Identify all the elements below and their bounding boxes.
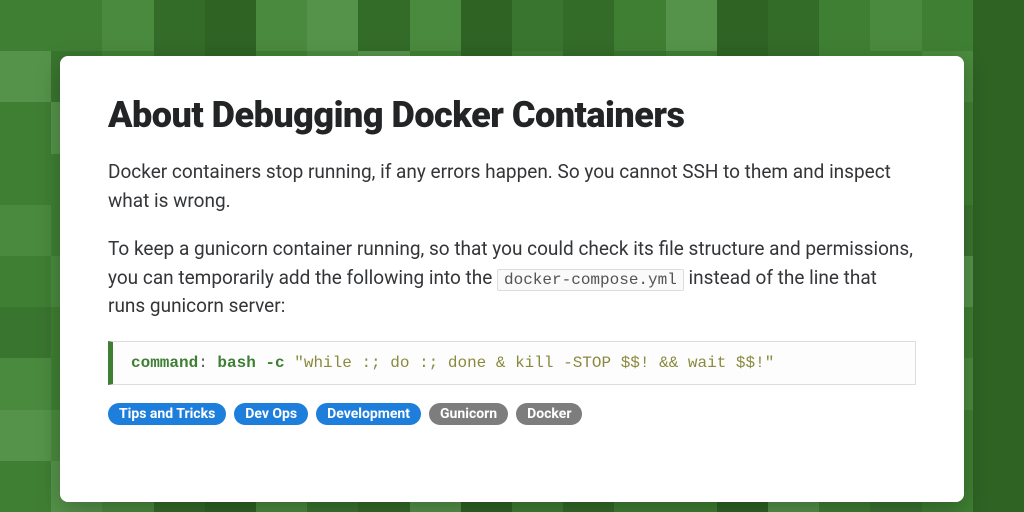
code-key: command: [131, 354, 198, 372]
article-title: About Debugging Docker Containers: [108, 94, 916, 136]
paragraph-1: Docker containers stop running, if any e…: [108, 158, 916, 215]
article-card: About Debugging Docker Containers Docker…: [60, 56, 964, 502]
inline-code-filename: docker-compose.yml: [497, 269, 684, 291]
tag-tips-and-tricks[interactable]: Tips and Tricks: [108, 403, 226, 425]
paragraph-2: To keep a gunicorn container running, so…: [108, 235, 916, 321]
code-colon: :: [198, 354, 217, 372]
code-block: command: bash -c "while :; do :; done & …: [108, 341, 916, 385]
tag-development[interactable]: Development: [316, 403, 421, 425]
tag-gunicorn[interactable]: Gunicorn: [429, 403, 508, 425]
tag-dev-ops[interactable]: Dev Ops: [234, 403, 308, 425]
tag-list: Tips and Tricks Dev Ops Development Gunicor…: [108, 403, 916, 425]
tag-docker[interactable]: Docker: [516, 403, 582, 425]
code-string: "while :; do :; done & kill -STOP $$! &&…: [285, 354, 775, 372]
code-command: bash -c: [217, 354, 284, 372]
